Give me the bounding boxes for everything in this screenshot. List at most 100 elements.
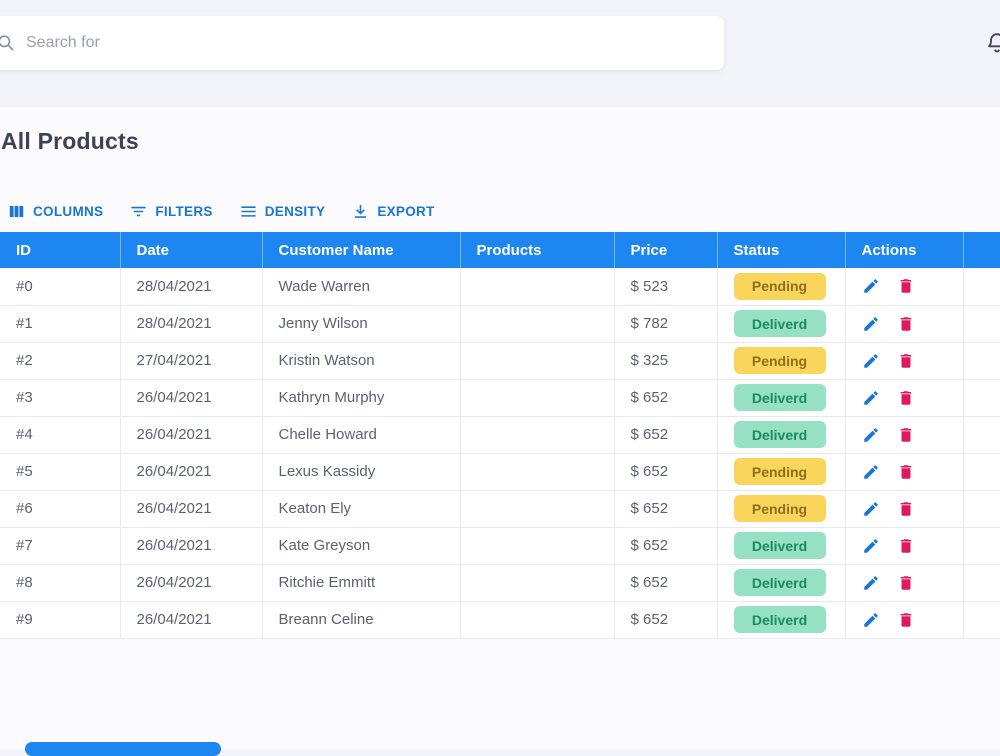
row-date: 28/04/2021 bbox=[120, 305, 263, 343]
edit-icon[interactable] bbox=[862, 389, 880, 407]
columns-icon bbox=[7, 202, 26, 221]
row-price: $ 652 bbox=[614, 490, 718, 528]
column-header[interactable]: Status bbox=[717, 232, 846, 268]
row-date: 27/04/2021 bbox=[120, 342, 263, 380]
table-row: #9 26/04/2021 Breann Celine $ 652 Deliverd bbox=[0, 601, 1000, 639]
row-date: 26/04/2021 bbox=[120, 490, 263, 528]
table-row: #4 26/04/2021 Chelle Howard $ 652 Deliverd bbox=[0, 416, 1000, 454]
status-badge: Deliverd bbox=[733, 532, 826, 559]
row-id: #9 bbox=[0, 601, 121, 639]
status-badge: Deliverd bbox=[733, 606, 826, 633]
table-row: #6 26/04/2021 Keaton Ely $ 652 Pending bbox=[0, 490, 1000, 528]
edit-icon[interactable] bbox=[862, 574, 880, 592]
row-id: #6 bbox=[0, 490, 121, 528]
notification-bell-icon[interactable] bbox=[985, 30, 1000, 61]
spacer-cell bbox=[963, 342, 1000, 380]
density-button[interactable]: DENSITY bbox=[239, 202, 326, 221]
edit-icon[interactable] bbox=[862, 277, 880, 295]
row-products bbox=[460, 268, 615, 306]
columns-label: COLUMNS bbox=[33, 204, 104, 219]
search-input[interactable] bbox=[26, 34, 710, 52]
delete-icon[interactable] bbox=[897, 500, 915, 518]
bottom-bar[interactable] bbox=[25, 742, 221, 756]
table-row: #1 28/04/2021 Jenny Wilson $ 782 Deliverd bbox=[0, 305, 1000, 343]
customer-name: Wade Warren bbox=[262, 268, 461, 306]
customer-name: Jenny Wilson bbox=[262, 305, 461, 343]
delete-icon[interactable] bbox=[897, 574, 915, 592]
customer-name: Chelle Howard bbox=[262, 416, 461, 454]
column-header[interactable]: Date bbox=[120, 232, 263, 268]
column-header[interactable]: ID bbox=[0, 232, 121, 268]
column-header[interactable]: Customer Name bbox=[262, 232, 461, 268]
row-id: #4 bbox=[0, 416, 121, 454]
export-button[interactable]: EXPORT bbox=[351, 202, 434, 221]
row-id: #5 bbox=[0, 453, 121, 491]
actions-cell bbox=[845, 305, 964, 343]
row-date: 28/04/2021 bbox=[120, 268, 263, 306]
spacer-cell bbox=[963, 527, 1000, 565]
row-products bbox=[460, 379, 615, 417]
delete-icon[interactable] bbox=[897, 611, 915, 629]
row-price: $ 782 bbox=[614, 305, 718, 343]
table-row: #5 26/04/2021 Lexus Kassidy $ 652 Pending bbox=[0, 453, 1000, 491]
table-body: #0 28/04/2021 Wade Warren $ 523 Pending #1 28/… bbox=[0, 268, 1000, 639]
row-id: #2 bbox=[0, 342, 121, 380]
row-products bbox=[460, 490, 615, 528]
edit-icon[interactable] bbox=[862, 500, 880, 518]
status-cell: Deliverd bbox=[717, 379, 846, 417]
status-cell: Deliverd bbox=[717, 305, 846, 343]
edit-icon[interactable] bbox=[862, 537, 880, 555]
spacer-cell bbox=[963, 305, 1000, 343]
delete-icon[interactable] bbox=[897, 463, 915, 481]
table-toolbar: COLUMNS FILTERS DENSITY EXPORT bbox=[7, 202, 435, 221]
row-products bbox=[460, 527, 615, 565]
edit-icon[interactable] bbox=[862, 611, 880, 629]
status-cell: Pending bbox=[717, 453, 846, 491]
delete-icon[interactable] bbox=[897, 352, 915, 370]
row-id: #0 bbox=[0, 268, 121, 306]
columns-button[interactable]: COLUMNS bbox=[7, 202, 103, 221]
row-date: 26/04/2021 bbox=[120, 564, 263, 602]
status-badge: Deliverd bbox=[733, 310, 826, 337]
status-cell: Pending bbox=[717, 490, 846, 528]
status-cell: Deliverd bbox=[717, 527, 846, 565]
spacer-cell bbox=[963, 490, 1000, 528]
table-header-row: ID Date Customer Name Products Price Status Ac… bbox=[0, 232, 1000, 268]
delete-icon[interactable] bbox=[897, 315, 915, 333]
actions-cell bbox=[845, 527, 964, 565]
column-header[interactable]: Price bbox=[614, 232, 718, 268]
delete-icon[interactable] bbox=[897, 277, 915, 295]
customer-name: Lexus Kassidy bbox=[262, 453, 461, 491]
delete-icon[interactable] bbox=[897, 426, 915, 444]
edit-icon[interactable] bbox=[862, 426, 880, 444]
filters-button[interactable]: FILTERS bbox=[129, 202, 212, 221]
customer-name: Kathryn Murphy bbox=[262, 379, 461, 417]
row-price: $ 523 bbox=[614, 268, 718, 306]
status-badge: Pending bbox=[733, 347, 826, 374]
edit-icon[interactable] bbox=[862, 315, 880, 333]
page-title: All Products bbox=[1, 128, 139, 154]
column-header[interactable]: Actions bbox=[845, 232, 964, 268]
spacer-cell bbox=[963, 268, 1000, 306]
spacer-header bbox=[963, 232, 1000, 268]
edit-icon[interactable] bbox=[862, 352, 880, 370]
column-header[interactable]: Products bbox=[460, 232, 615, 268]
table-row: #2 27/04/2021 Kristin Watson $ 325 Pending bbox=[0, 342, 1000, 380]
delete-icon[interactable] bbox=[897, 537, 915, 555]
table-row: #8 26/04/2021 Ritchie Emmitt $ 652 Deliverd bbox=[0, 564, 1000, 602]
delete-icon[interactable] bbox=[897, 389, 915, 407]
table-row: #3 26/04/2021 Kathryn Murphy $ 652 Deliverd bbox=[0, 379, 1000, 417]
actions-cell bbox=[845, 268, 964, 306]
row-id: #1 bbox=[0, 305, 121, 343]
row-date: 26/04/2021 bbox=[120, 453, 263, 491]
actions-cell bbox=[845, 453, 964, 491]
edit-icon[interactable] bbox=[862, 463, 880, 481]
row-id: #7 bbox=[0, 527, 121, 565]
row-products bbox=[460, 601, 615, 639]
spacer-cell bbox=[963, 379, 1000, 417]
row-price: $ 325 bbox=[614, 342, 718, 380]
row-products bbox=[460, 416, 615, 454]
density-icon bbox=[239, 202, 258, 221]
status-cell: Deliverd bbox=[717, 564, 846, 602]
actions-cell bbox=[845, 490, 964, 528]
